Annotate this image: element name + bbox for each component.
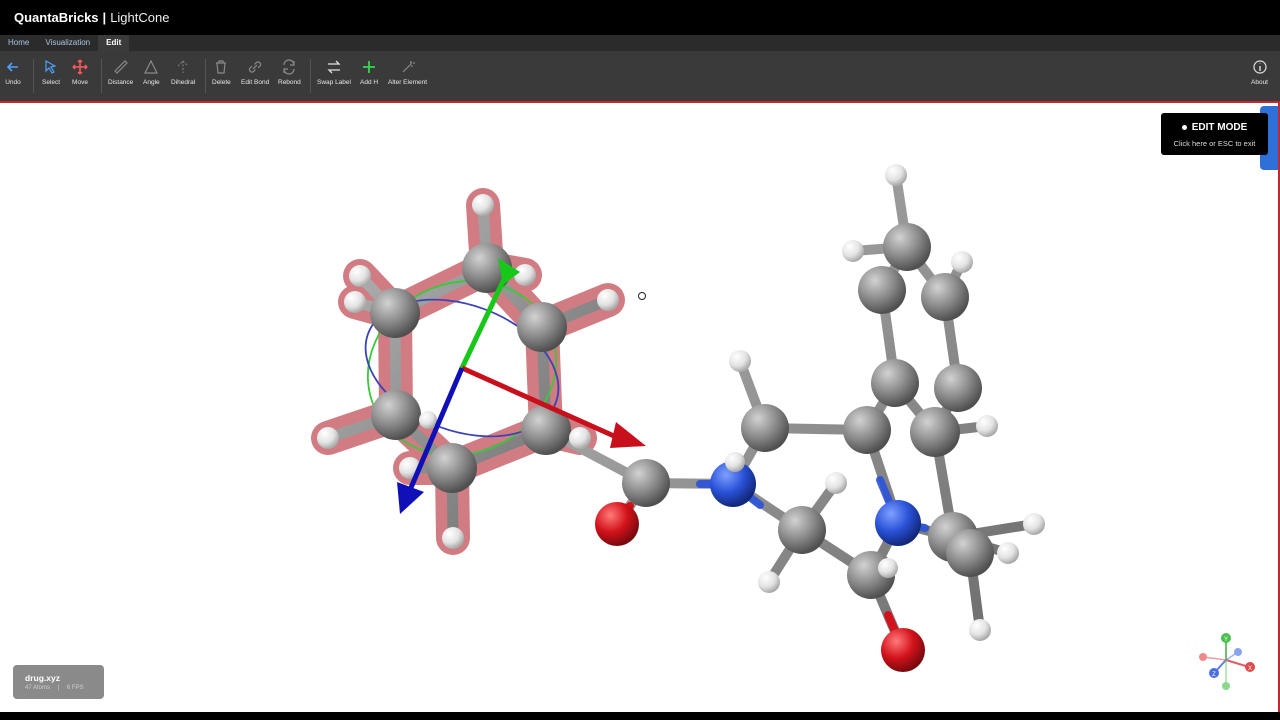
status-dot-icon	[1181, 124, 1187, 130]
fps-readout: 6 FPS	[66, 685, 84, 691]
axis-x-label: X	[1248, 666, 1252, 672]
hydrogen-atoms[interactable]	[317, 164, 1045, 641]
bottom-bar	[0, 712, 1280, 720]
edit-mode-hint: Click here or ESC to exit	[1173, 139, 1256, 148]
file-info-badge: drug.xyz 47 Atoms | 6 FPS	[13, 665, 104, 699]
file-name: drug.xyz	[25, 673, 60, 683]
molecule-viewport[interactable]: Y X Z	[0, 103, 1280, 712]
axis-z-label: Z	[1212, 672, 1216, 678]
orientation-axes-gizmo: Y X Z	[1199, 633, 1255, 690]
meta-separator: |	[57, 685, 60, 691]
edit-mode-badge[interactable]: EDIT MODE Click here or ESC to exit	[1161, 113, 1268, 155]
molecule-scene: Y X Z	[311, 164, 1255, 690]
atom-count: 47 Atoms	[25, 685, 51, 691]
edit-mode-title: EDIT MODE	[1191, 122, 1248, 133]
hand-cursor-icon	[638, 292, 646, 300]
axis-y-label: Y	[1224, 637, 1228, 643]
